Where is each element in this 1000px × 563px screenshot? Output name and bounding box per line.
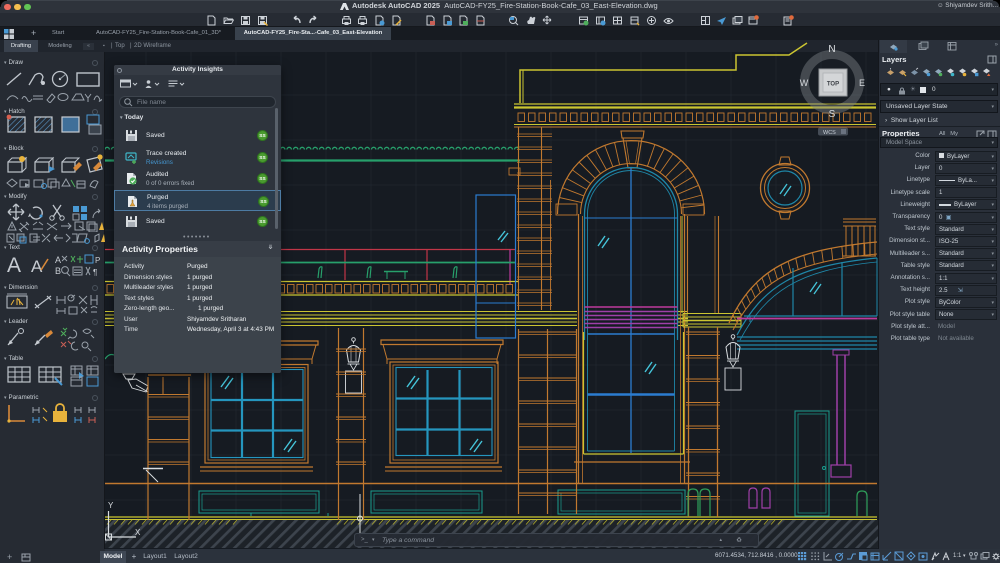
svg-text:W: W bbox=[800, 78, 809, 88]
svg-text:A: A bbox=[55, 255, 61, 265]
svg-text:E: E bbox=[859, 78, 865, 88]
svg-text:X: X bbox=[135, 528, 141, 537]
svg-text:P: P bbox=[95, 256, 100, 265]
svg-text:Y: Y bbox=[108, 501, 114, 510]
svg-text:WCS: WCS bbox=[823, 130, 836, 136]
svg-text:¶: ¶ bbox=[93, 268, 97, 277]
svg-text:TOP: TOP bbox=[827, 82, 839, 88]
svg-text:N: N bbox=[828, 44, 835, 55]
svg-text:S: S bbox=[829, 109, 836, 120]
svg-text:A: A bbox=[7, 254, 21, 277]
svg-text:B: B bbox=[55, 266, 61, 276]
svg-text:A: A bbox=[31, 257, 43, 276]
